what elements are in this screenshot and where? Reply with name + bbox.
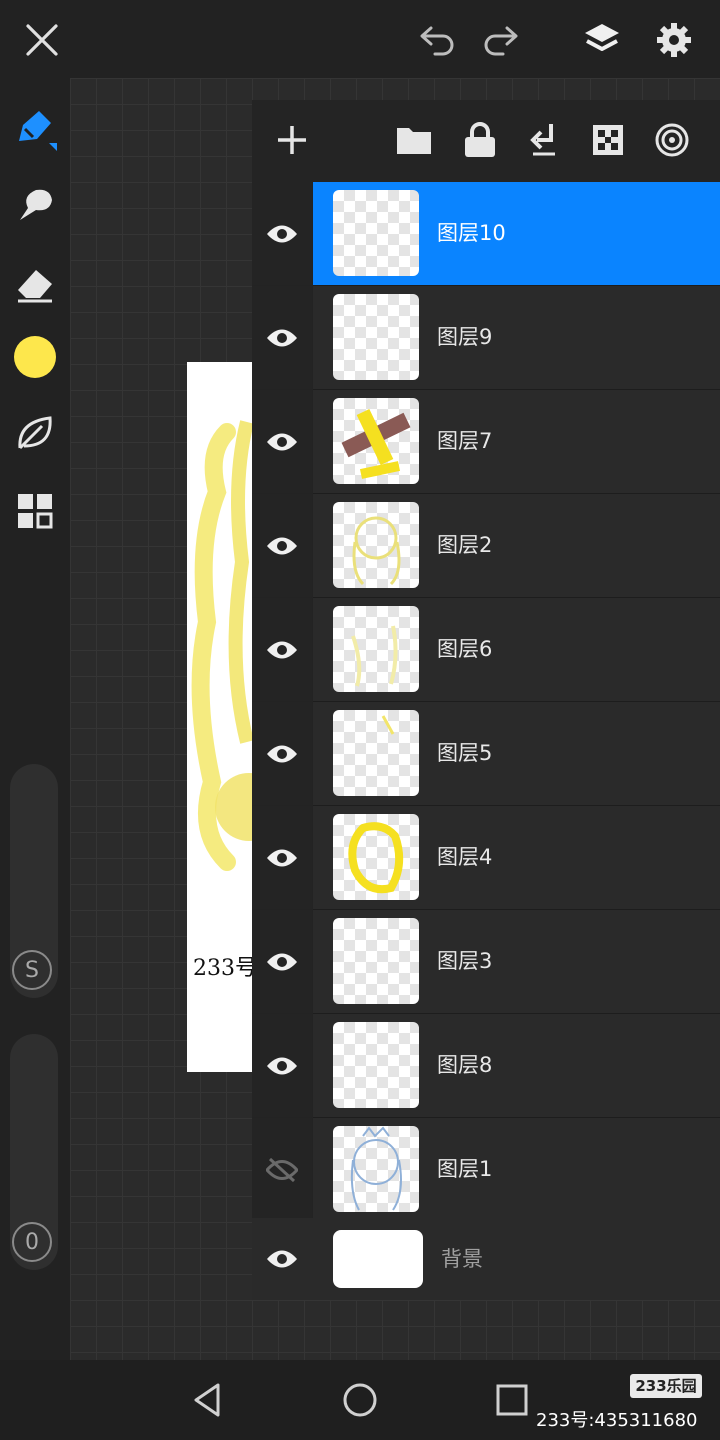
checker-icon[interactable] [586,116,630,164]
layer-thumbnail [333,294,419,380]
layer-row[interactable]: 图层3 [252,910,720,1014]
eye-icon[interactable] [252,598,312,701]
layer-thumbnail [333,814,419,900]
layer-thumbnail [333,710,419,796]
eye-icon[interactable] [252,390,312,493]
layer-name: 图层1 [437,1157,493,1181]
layer-name: 图层4 [437,845,493,869]
top-toolbar [0,0,720,78]
opacity-slider-badge[interactable]: 0 [12,1222,52,1262]
layer-thumbnail [333,1022,419,1108]
layer-name: 图层9 [437,325,493,349]
background-layer-row[interactable]: 背景 [252,1218,720,1300]
tool-sidebar: S 0 [0,78,70,1360]
color-swatch[interactable] [14,336,56,378]
layer-row[interactable]: 图层5 [252,702,720,806]
background-swatch[interactable] [333,1230,423,1288]
drawing-paper[interactable]: 233号 [187,362,257,1072]
redo-icon[interactable] [476,16,526,64]
eye-icon[interactable] [252,494,312,597]
layers-panel-toolbar [252,100,720,182]
grid-tool-icon[interactable] [10,486,60,536]
eye-icon[interactable] [252,910,312,1013]
layers-panel: 图层10 图层9 图层7 图层2 图层6 图层5 图层4 图层3 图层8 图层1 [252,100,720,1300]
layer-row[interactable]: 图层9 [252,286,720,390]
layer-thumbnail [333,398,419,484]
back-icon[interactable] [180,1372,234,1428]
layer-row[interactable]: 图层6 [252,598,720,702]
layer-name: 图层3 [437,949,493,973]
layer-name: 图层10 [437,221,506,245]
layer-thumbnail [333,606,419,692]
layer-thumbnail [333,1126,419,1212]
eraser-tool-icon[interactable] [10,258,60,308]
folder-icon[interactable] [392,116,436,164]
size-slider-badge[interactable]: S [12,950,52,990]
home-icon[interactable] [333,1372,387,1428]
smudge-tool-icon[interactable] [10,180,60,230]
eye-icon[interactable] [252,286,312,389]
eye-hidden-icon[interactable] [252,1118,312,1221]
layer-name: 图层8 [437,1053,493,1077]
layer-name: 图层7 [437,429,493,453]
eye-icon[interactable] [252,702,312,805]
layer-row[interactable]: 图层1 [252,1118,720,1222]
brush-tool-icon[interactable] [10,104,60,154]
merge-down-icon[interactable] [522,116,566,164]
leaf-tool-icon[interactable] [10,408,60,458]
layers-icon[interactable] [576,14,628,66]
eye-icon[interactable] [252,1218,312,1300]
eye-icon[interactable] [252,182,312,285]
eye-icon[interactable] [252,1014,312,1117]
layer-thumbnail [333,918,419,1004]
eye-icon[interactable] [252,806,312,909]
layer-row[interactable]: 图层2 [252,494,720,598]
signature-text: 233号 [193,956,257,981]
layer-name: 图层2 [437,533,493,557]
layer-row[interactable]: 图层8 [252,1014,720,1118]
undo-icon[interactable] [412,16,462,64]
layer-thumbnail [333,502,419,588]
recents-icon[interactable] [485,1372,539,1428]
background-layer-name: 背景 [441,1247,483,1271]
layer-thumbnail [333,190,419,276]
layer-name: 图层5 [437,741,493,765]
target-icon[interactable] [650,116,694,164]
watermark-id: 233号:435311680 [536,1410,698,1431]
add-icon[interactable] [270,116,314,164]
layer-row[interactable]: 图层10 [252,182,720,286]
layer-row[interactable]: 图层7 [252,390,720,494]
layer-row[interactable]: 图层4 [252,806,720,910]
watermark-logo: 233乐园 [630,1374,702,1398]
gear-icon[interactable] [648,14,700,66]
layer-name: 图层6 [437,637,493,661]
lock-icon[interactable] [458,116,502,164]
close-icon[interactable] [18,16,66,64]
